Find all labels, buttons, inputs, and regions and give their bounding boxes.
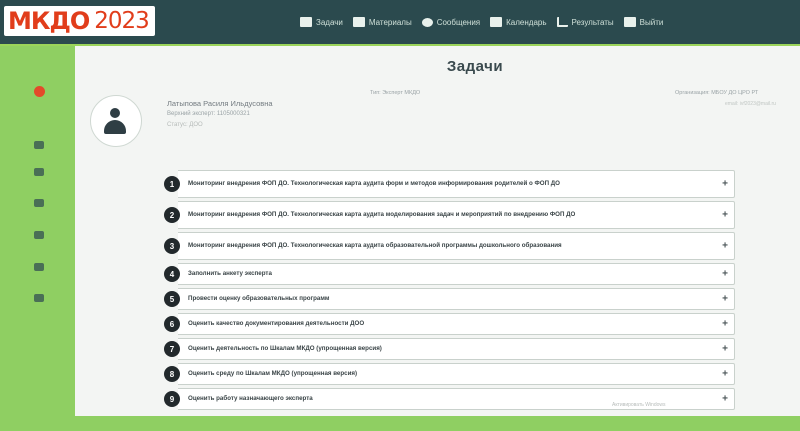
app-logo[interactable]: МКДО 2023 bbox=[4, 6, 155, 36]
nav-item-tasks[interactable]: Задачи bbox=[300, 17, 343, 27]
user-status: Статус: ДОО bbox=[167, 122, 203, 128]
chart-icon bbox=[556, 17, 568, 27]
task-number: 9 bbox=[164, 391, 180, 407]
task-title: Мониторинг внедрения ФОП ДО. Технологиче… bbox=[188, 179, 560, 187]
logo-text: МКДО bbox=[8, 7, 90, 35]
task-list: 1 Мониторинг внедрения ФОП ДО. Технологи… bbox=[164, 170, 735, 413]
nav-label-materials: Материалы bbox=[368, 17, 412, 27]
task-item[interactable]: 6 Оценить качество документирования деят… bbox=[164, 313, 735, 335]
message-icon bbox=[421, 17, 433, 27]
user-meta: Верхний эксперт: 1105000321 bbox=[167, 111, 250, 117]
footer-note: Активировать Windows bbox=[612, 402, 666, 408]
task-number: 6 bbox=[164, 316, 180, 332]
tasks-icon bbox=[300, 17, 312, 27]
nav-label-messages: Сообщения bbox=[436, 17, 481, 27]
book-icon[interactable] bbox=[34, 168, 44, 176]
task-number: 8 bbox=[164, 366, 180, 382]
task-title: Мониторинг внедрения ФОП ДО. Технологиче… bbox=[188, 241, 562, 249]
group-icon[interactable] bbox=[34, 231, 44, 239]
nav-label-tasks: Задачи bbox=[316, 17, 343, 27]
expand-plus-icon[interactable]: + bbox=[722, 241, 728, 252]
main-panel: Задачи Латыпова Расиля Ильдусовна Верхни… bbox=[75, 46, 800, 416]
task-number: 5 bbox=[164, 291, 180, 307]
nav-item-logout[interactable]: Выйти bbox=[623, 17, 664, 27]
organization-info: Организация: МБОУ ДО ЦРО РТ bbox=[675, 90, 759, 96]
expand-plus-icon[interactable]: + bbox=[722, 179, 728, 190]
folder-icon[interactable] bbox=[34, 263, 44, 271]
user-icon[interactable] bbox=[34, 199, 44, 207]
nav-label-results: Результаты bbox=[571, 17, 614, 27]
avatar bbox=[90, 95, 142, 147]
page-title: Задачи bbox=[446, 58, 504, 75]
nav-label-calendar: Календарь bbox=[506, 17, 547, 27]
task-number: 1 bbox=[164, 176, 180, 192]
task-title: Провести оценку образовательных программ bbox=[188, 294, 330, 302]
headset-icon[interactable] bbox=[34, 294, 44, 302]
task-item[interactable]: 1 Мониторинг внедрения ФОП ДО. Технологи… bbox=[164, 170, 735, 198]
task-title: Оценить качество документирования деятел… bbox=[188, 319, 365, 327]
task-title: Оценить деятельность по Шкалам МКДО (упр… bbox=[188, 344, 382, 352]
organization-email: email: ivf2023@mail.ru bbox=[725, 101, 776, 107]
expand-plus-icon[interactable]: + bbox=[722, 210, 728, 221]
task-item[interactable]: 7 Оценить деятельность по Шкалам МКДО (у… bbox=[164, 338, 735, 360]
nav-item-results[interactable]: Результаты bbox=[556, 17, 614, 27]
expand-plus-icon[interactable]: + bbox=[722, 394, 728, 405]
expand-plus-icon[interactable]: + bbox=[722, 369, 728, 380]
task-number: 4 bbox=[164, 266, 180, 282]
expand-plus-icon[interactable]: + bbox=[722, 269, 728, 280]
home-icon[interactable] bbox=[34, 141, 44, 149]
task-number: 2 bbox=[164, 207, 180, 223]
task-item[interactable]: 2 Мониторинг внедрения ФОП ДО. Технологи… bbox=[164, 201, 735, 229]
left-sidebar bbox=[0, 46, 75, 431]
expand-plus-icon[interactable]: + bbox=[722, 319, 728, 330]
top-navigation-bar: МКДО 2023 Задачи Материалы Сообщения Кал… bbox=[0, 0, 800, 46]
task-title: Заполнить анкету эксперта bbox=[188, 269, 272, 277]
nav-item-calendar[interactable]: Календарь bbox=[490, 17, 547, 27]
expand-plus-icon[interactable]: + bbox=[722, 344, 728, 355]
task-number: 7 bbox=[164, 341, 180, 357]
nav-item-messages[interactable]: Сообщения bbox=[421, 17, 481, 27]
task-title: Оценить среду по Шкалам МКДО (упрощенная… bbox=[188, 369, 358, 377]
logo-year: 2023 bbox=[94, 8, 150, 34]
nav-item-materials[interactable]: Материалы bbox=[352, 17, 412, 27]
user-name: Латыпова Расиля Ильдусовна bbox=[167, 99, 273, 108]
calendar-icon bbox=[490, 17, 503, 27]
close-icon[interactable] bbox=[34, 86, 45, 97]
main-nav: Задачи Материалы Сообщения Календарь Рез… bbox=[300, 0, 663, 44]
logout-icon bbox=[623, 17, 636, 27]
list-icon bbox=[352, 17, 365, 27]
user-avatar-icon bbox=[100, 106, 130, 136]
task-item[interactable]: 4 Заполнить анкету эксперта + bbox=[164, 263, 735, 285]
nav-label-logout: Выйти bbox=[639, 17, 664, 27]
bottom-strip bbox=[0, 416, 800, 431]
user-role: Тип: Эксперт МКДО bbox=[370, 90, 421, 96]
task-item[interactable]: 8 Оценить среду по Шкалам МКДО (упрощенн… bbox=[164, 363, 735, 385]
task-item[interactable]: 5 Провести оценку образовательных програ… bbox=[164, 288, 735, 310]
task-title: Мониторинг внедрения ФОП ДО. Технологиче… bbox=[188, 210, 576, 218]
task-item[interactable]: 3 Мониторинг внедрения ФОП ДО. Технологи… bbox=[164, 232, 735, 260]
expand-plus-icon[interactable]: + bbox=[722, 294, 728, 305]
task-number: 3 bbox=[164, 238, 180, 254]
